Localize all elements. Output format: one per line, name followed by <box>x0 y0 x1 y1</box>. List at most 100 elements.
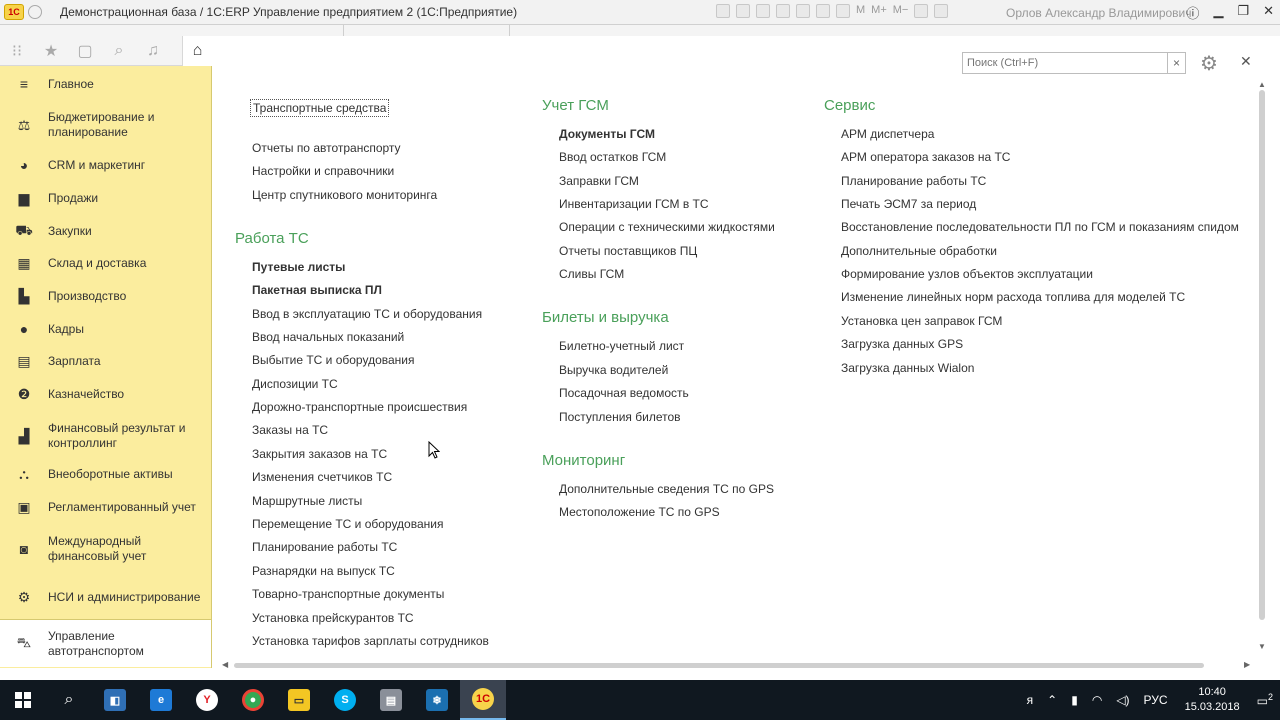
sidebar-item-salary[interactable]: ▤ Зарплата <box>0 345 211 377</box>
back-icon[interactable] <box>28 5 42 19</box>
copy-icon[interactable] <box>796 4 810 18</box>
apps-grid-icon[interactable]: ⁝⁝ <box>0 36 34 66</box>
windows-start-icon[interactable] <box>0 680 46 720</box>
sidebar-item-production[interactable]: ▙ Производство <box>0 280 211 312</box>
list-item[interactable]: Загрузка данных GPS <box>841 337 963 351</box>
list-item[interactable]: Операции с техническими жидкостями <box>559 220 775 234</box>
list-item[interactable]: Планирование работы ТС <box>252 540 397 554</box>
list-item[interactable]: Печать ЭСМ7 за период <box>841 197 976 211</box>
list-item[interactable]: Формирование узлов объектов эксплуатации <box>841 267 1093 281</box>
sidebar-item-admin[interactable]: ⚙ НСИ и администрирование <box>0 580 211 614</box>
search-input[interactable] <box>962 52 1168 74</box>
list-item[interactable]: Диспозиции ТС <box>252 377 338 391</box>
favorites-icon[interactable]: ★ <box>34 36 68 66</box>
list-item[interactable]: Выбытие ТС и оборудования <box>252 353 414 367</box>
sidebar-item-warehouse[interactable]: ▦ Склад и доставка <box>0 247 211 279</box>
save-icon[interactable] <box>716 4 730 18</box>
link-batch-waybills[interactable]: Пакетная выписка ПЛ <box>252 283 382 297</box>
home-icon[interactable]: ⌂ <box>182 36 212 66</box>
sidebar-item-hr[interactable]: ● Кадры <box>0 313 211 345</box>
list-item[interactable]: Товарно-транспортные документы <box>252 587 444 601</box>
list-item[interactable]: Восстановление последовательности ПЛ по … <box>841 220 1257 234</box>
search-icon[interactable]: ⌕ <box>102 36 136 66</box>
link-reports[interactable]: Отчеты по автотранспорту <box>252 141 401 155</box>
list-item[interactable]: Закрытия заказов на ТС <box>252 447 387 461</box>
sidebar-item-budget[interactable]: ⚖ Бюджетирование и планирование <box>0 108 211 142</box>
sidebar-item-finance[interactable]: ▟ Финансовый результат и контроллинг <box>0 419 211 453</box>
vertical-scrollbar[interactable]: ▲ ▼ <box>1257 80 1267 651</box>
search-icon[interactable]: ⌕ <box>46 680 92 720</box>
list-item[interactable]: Поступления билетов <box>559 410 681 424</box>
minimize-button[interactable]: ▁ <box>1213 3 1223 22</box>
list-item[interactable]: Установка тарифов зарплаты сотрудников <box>252 634 489 648</box>
scroll-thumb[interactable] <box>234 663 1204 668</box>
list-item[interactable]: АРМ диспетчера <box>841 127 934 141</box>
snowflake-app-icon[interactable]: ❄ <box>414 680 460 720</box>
horizontal-scrollbar[interactable]: ◀ ▶ <box>212 660 1267 670</box>
chrome-icon[interactable]: ● <box>230 680 276 720</box>
print-icon[interactable] <box>736 4 750 18</box>
list-item[interactable]: Планирование работы ТС <box>841 174 986 188</box>
scroll-thumb[interactable] <box>1259 90 1265 620</box>
list-item[interactable]: Изменение линейных норм расхода топлива … <box>841 290 1185 304</box>
sidebar-item-crm[interactable]: ◕ CRM и маркетинг <box>0 149 211 181</box>
preview-icon[interactable] <box>756 4 770 18</box>
list-item[interactable]: Заправки ГСМ <box>559 174 639 188</box>
list-item[interactable]: Ввод остатков ГСМ <box>559 150 666 164</box>
sidebar-item-transport[interactable]: ⛍ Управление автотранспортом <box>0 619 211 667</box>
list-item[interactable]: Перемещение ТС и оборудования <box>252 517 443 531</box>
yandex-browser-icon[interactable]: Y <box>184 680 230 720</box>
sidebar-item-treasury[interactable]: ❷ Казначейство <box>0 378 211 410</box>
list-item[interactable]: Загрузка данных Wialon <box>841 361 974 375</box>
zoom-icon[interactable] <box>914 4 929 18</box>
history-icon[interactable]: ▢ <box>68 36 102 66</box>
table-icon[interactable] <box>816 4 830 18</box>
list-item[interactable]: Отчеты поставщиков ПЦ <box>559 244 697 258</box>
volume-icon[interactable]: ◁) <box>1116 693 1129 707</box>
wifi-icon[interactable]: ◠ <box>1092 693 1102 707</box>
list-item[interactable]: Маршрутные листы <box>252 494 362 508</box>
sidebar-item-assets[interactable]: ⛬ Внеоборотные активы <box>0 458 211 490</box>
info-icon[interactable]: ⓘ <box>1186 3 1199 22</box>
list-item[interactable]: Заказы на ТС <box>252 423 328 437</box>
calc-icon[interactable] <box>836 4 850 18</box>
app-icon[interactable]: ▤ <box>368 680 414 720</box>
list-item[interactable]: Посадочная ведомость <box>559 386 689 400</box>
upload-icon[interactable] <box>776 4 790 18</box>
scroll-left-icon[interactable]: ◀ <box>222 660 228 669</box>
file-explorer-icon[interactable]: ▭ <box>276 680 322 720</box>
user-name[interactable]: Орлов Александр Владимирович <box>1006 6 1192 20</box>
list-item[interactable]: Установка прейскурантов ТС <box>252 611 414 625</box>
1c-app-icon[interactable]: 1С <box>460 680 506 720</box>
link-waybills[interactable]: Путевые листы <box>252 260 345 274</box>
clear-search-button[interactable]: × <box>1168 52 1186 74</box>
bell-icon[interactable]: ♫ <box>136 36 170 66</box>
list-item[interactable]: Ввод в эксплуатацию ТС и оборудования <box>252 307 482 321</box>
sidebar-item-main[interactable]: ≡ Главное <box>0 68 211 100</box>
list-item[interactable]: Дополнительные сведения ТС по GPS <box>559 482 774 496</box>
list-item[interactable]: Сливы ГСМ <box>559 267 624 281</box>
sidebar-item-purchases[interactable]: ⛟ Закупки <box>0 215 211 247</box>
memory-button[interactable]: M <box>856 4 865 18</box>
link-satellite-center[interactable]: Центр спутникового мониторинга <box>252 188 437 202</box>
sidebar-item-regulated[interactable]: ▣ Регламентированный учет <box>0 491 211 523</box>
restore-button[interactable]: ❐ <box>1237 3 1249 22</box>
sidebar-item-intl[interactable]: ◙ Международный финансовый учет <box>0 532 211 566</box>
settings-gear-icon[interactable]: ⚙ <box>1200 51 1218 76</box>
memory-minus-button[interactable]: M− <box>893 4 909 18</box>
list-item[interactable]: АРМ оператора заказов на ТС <box>841 150 1010 164</box>
list-item[interactable]: Ввод начальных показаний <box>252 330 404 344</box>
scroll-right-icon[interactable]: ▶ <box>1244 660 1250 669</box>
list-item[interactable]: Выручка водителей <box>559 363 668 377</box>
list-item[interactable]: Установка цен заправок ГСМ <box>841 314 1002 328</box>
battery-icon[interactable]: ▮ <box>1071 693 1078 707</box>
list-item[interactable]: Местоположение ТС по GPS <box>559 505 720 519</box>
edge-browser-icon[interactable]: e <box>138 680 184 720</box>
notifications-icon[interactable]: ▭2 <box>1257 692 1273 708</box>
clock[interactable]: 10:40 15.03.2018 <box>1185 685 1240 715</box>
link-fuel-documents[interactable]: Документы ГСМ <box>559 127 655 141</box>
language-indicator[interactable]: РУС <box>1144 693 1168 707</box>
person-icon[interactable]: ᴙ <box>1027 693 1034 707</box>
memory-plus-button[interactable]: M+ <box>871 4 887 18</box>
scroll-down-icon[interactable]: ▼ <box>1258 642 1266 651</box>
